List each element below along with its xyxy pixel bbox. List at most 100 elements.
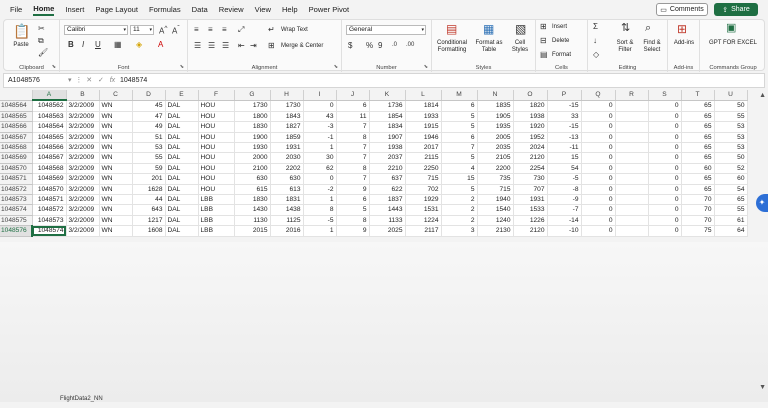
cell[interactable]: 11: [336, 111, 370, 123]
cell[interactable]: 1920: [513, 121, 548, 133]
cell[interactable]: 55: [132, 152, 166, 164]
row-header[interactable]: 1048567: [0, 132, 33, 144]
comma-icon[interactable]: 9: [378, 42, 382, 50]
cell[interactable]: WN: [99, 152, 133, 164]
cell[interactable]: 6: [336, 194, 370, 206]
cell[interactable]: [615, 204, 649, 216]
cell[interactable]: [615, 152, 649, 164]
cell[interactable]: 1827: [270, 121, 304, 133]
cell[interactable]: 1240: [477, 215, 514, 227]
cell[interactable]: 5: [441, 121, 478, 133]
cell[interactable]: 1905: [477, 111, 514, 123]
cell[interactable]: 2105: [477, 152, 514, 164]
cell[interactable]: 0: [648, 152, 682, 164]
cell[interactable]: 1: [303, 225, 337, 237]
cell[interactable]: 2017: [405, 142, 442, 154]
cell[interactable]: 2: [441, 204, 478, 216]
cell[interactable]: 1048565: [32, 132, 67, 144]
clear-icon[interactable]: ◇: [593, 51, 599, 59]
row-header[interactable]: 1048575: [0, 215, 33, 227]
cell[interactable]: DAL: [165, 142, 199, 154]
cell[interactable]: 1125: [270, 215, 304, 227]
wrap-text-button[interactable]: Wrap Text: [281, 27, 308, 34]
column-header-f[interactable]: F: [198, 90, 235, 101]
chevron-down-icon[interactable]: ▾: [68, 77, 72, 84]
copy-icon[interactable]: ⧉: [38, 37, 44, 45]
cell[interactable]: 33: [547, 111, 582, 123]
cell[interactable]: WN: [99, 225, 133, 237]
column-header-b[interactable]: B: [66, 90, 100, 101]
name-box[interactable]: A1048576: [6, 75, 64, 86]
cell[interactable]: 0: [581, 152, 616, 164]
cell[interactable]: DAL: [165, 204, 199, 216]
cell[interactable]: DAL: [165, 225, 199, 237]
cell[interactable]: 1130: [234, 215, 271, 227]
column-header-o[interactable]: O: [513, 90, 548, 101]
addins-button[interactable]: Add-ins: [669, 40, 699, 47]
cell[interactable]: 0: [581, 111, 616, 123]
cell[interactable]: WN: [99, 204, 133, 216]
cell[interactable]: 615: [234, 184, 271, 196]
menu-power-pivot[interactable]: Power Pivot: [309, 5, 350, 14]
cell[interactable]: 7: [441, 142, 478, 154]
menu-data[interactable]: Data: [192, 5, 208, 14]
align-middle-icon[interactable]: ≡: [208, 26, 213, 34]
cell[interactable]: 43: [303, 111, 337, 123]
align-right-icon[interactable]: ☰: [222, 42, 229, 50]
cell[interactable]: 1048567: [32, 152, 67, 164]
cell[interactable]: [615, 121, 649, 133]
cell[interactable]: [615, 184, 649, 196]
cell[interactable]: 55: [714, 111, 748, 123]
cell[interactable]: 50: [714, 152, 748, 164]
decrease-font-icon[interactable]: Aˇ: [172, 25, 180, 36]
cell[interactable]: 5: [441, 111, 478, 123]
cell[interactable]: 53: [714, 121, 748, 133]
cell[interactable]: 2: [441, 194, 478, 206]
cell[interactable]: 2005: [477, 132, 514, 144]
menu-view[interactable]: View: [255, 5, 271, 14]
cell[interactable]: 201: [132, 173, 166, 185]
cell[interactable]: WN: [99, 142, 133, 154]
cell[interactable]: 0: [581, 100, 616, 112]
cell[interactable]: 613: [270, 184, 304, 196]
cell[interactable]: 715: [477, 184, 514, 196]
cell[interactable]: 0: [648, 111, 682, 123]
cell[interactable]: 2100: [234, 163, 271, 175]
align-bottom-icon[interactable]: ≡: [222, 26, 227, 34]
cell[interactable]: 643: [132, 204, 166, 216]
format-painter-icon[interactable]: 🖌: [38, 49, 48, 57]
cell[interactable]: 1831: [270, 194, 304, 206]
cell[interactable]: 3/2/2009: [66, 204, 100, 216]
menu-page-layout[interactable]: Page Layout: [95, 5, 138, 14]
cell[interactable]: 1929: [405, 194, 442, 206]
cell[interactable]: 60: [681, 163, 715, 175]
column-header-g[interactable]: G: [234, 90, 271, 101]
align-center-icon[interactable]: ☰: [208, 42, 215, 50]
cell[interactable]: -15: [547, 121, 582, 133]
cell[interactable]: WN: [99, 173, 133, 185]
cell[interactable]: HOU: [198, 111, 235, 123]
enter-icon[interactable]: ✓: [98, 77, 104, 84]
cell[interactable]: [615, 225, 649, 237]
cell[interactable]: 702: [405, 184, 442, 196]
cell[interactable]: 1048572: [32, 204, 67, 216]
cell[interactable]: 2025: [369, 225, 406, 237]
row-header[interactable]: 1048565: [0, 111, 33, 123]
cell[interactable]: 3/2/2009: [66, 173, 100, 185]
cell[interactable]: 2037: [369, 152, 406, 164]
row-header[interactable]: 1048576: [0, 225, 33, 237]
column-header-u[interactable]: U: [714, 90, 748, 101]
cell[interactable]: 1048569: [32, 173, 67, 185]
cell[interactable]: HOU: [198, 142, 235, 154]
cell[interactable]: 1907: [369, 132, 406, 144]
row-header[interactable]: 1048570: [0, 163, 33, 175]
cell[interactable]: 1834: [369, 121, 406, 133]
underline-icon[interactable]: U: [95, 41, 101, 49]
cell[interactable]: -8: [547, 184, 582, 196]
cell[interactable]: 2254: [513, 163, 548, 175]
cell[interactable]: 0: [648, 215, 682, 227]
increase-decimal-icon[interactable]: .0: [392, 42, 397, 48]
cell[interactable]: 8: [336, 163, 370, 175]
cell[interactable]: DAL: [165, 111, 199, 123]
cell[interactable]: 70: [681, 204, 715, 216]
